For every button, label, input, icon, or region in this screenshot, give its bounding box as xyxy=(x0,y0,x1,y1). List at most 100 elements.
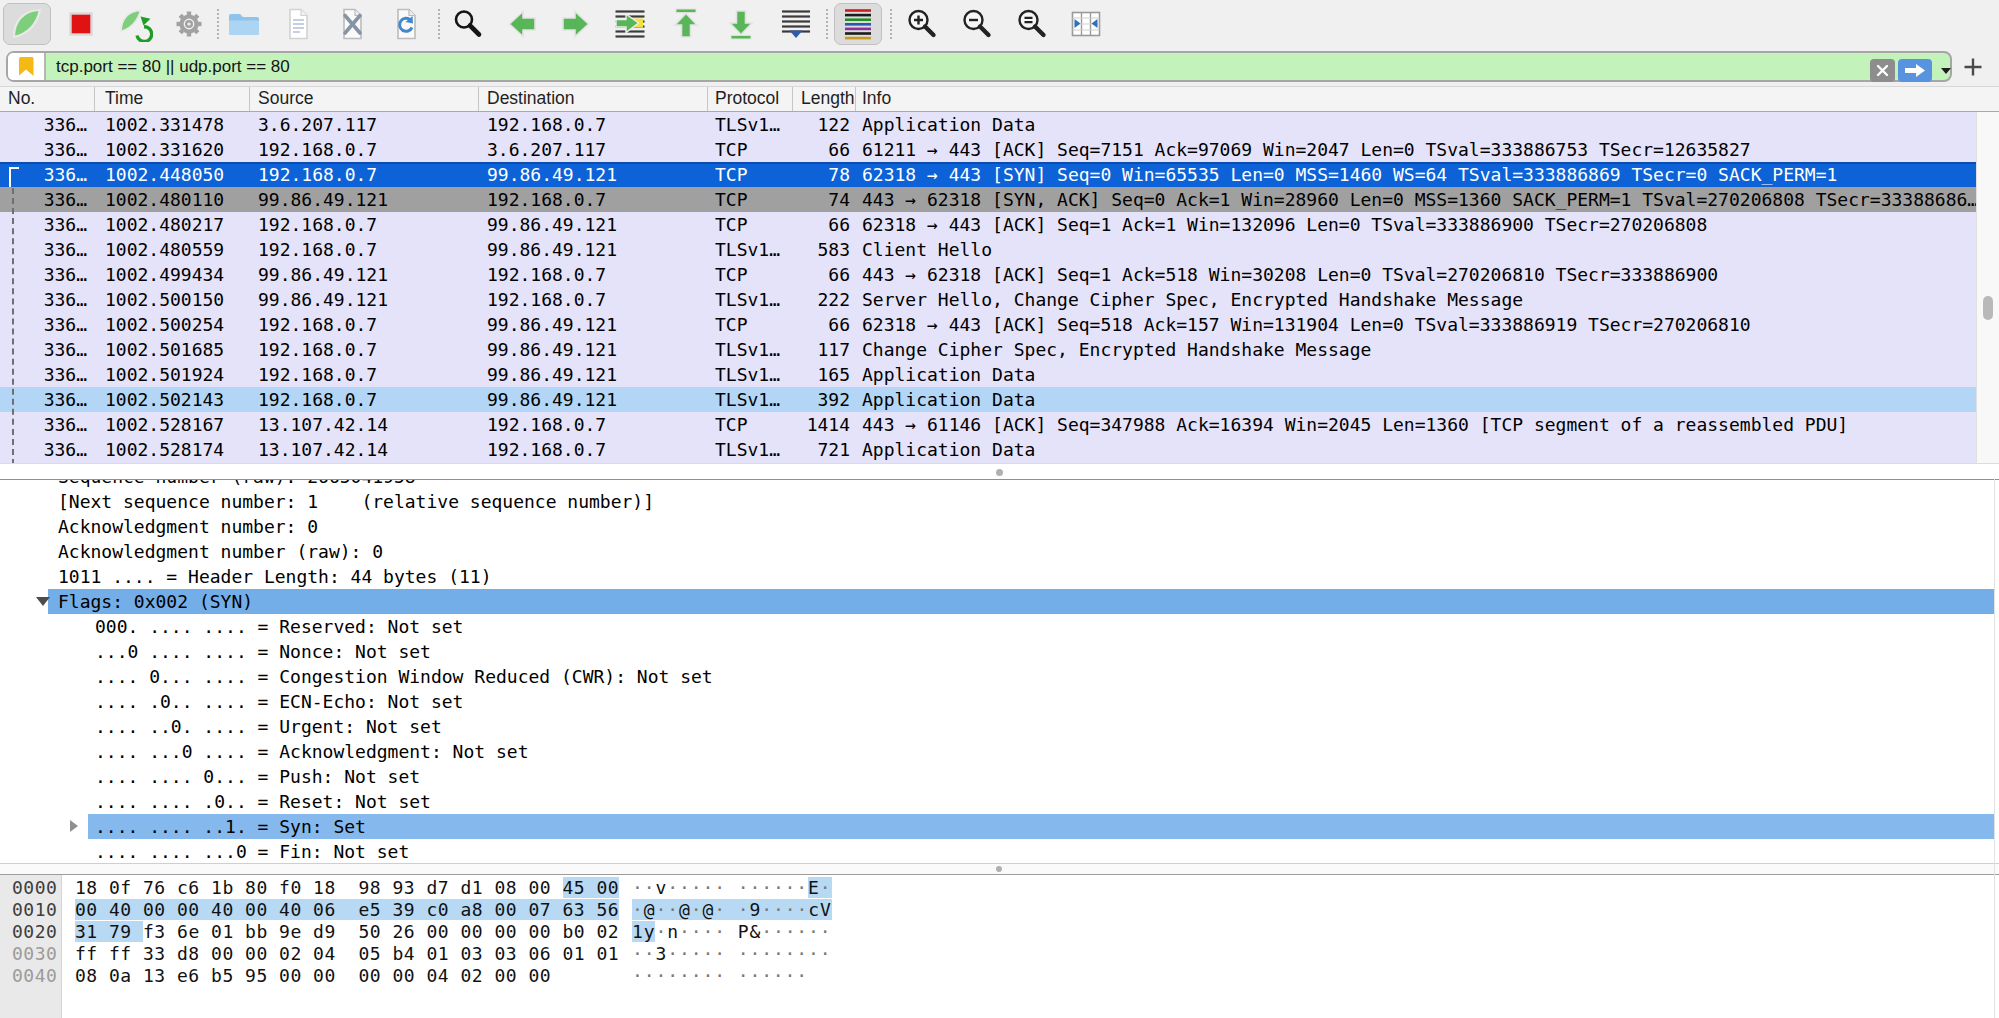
go-to-packet-button[interactable] xyxy=(606,3,654,45)
file-save-icon xyxy=(280,6,316,42)
packet-no: 336… xyxy=(0,312,95,337)
column-header-info[interactable]: Info xyxy=(856,87,1999,111)
capture-options-icon xyxy=(171,6,207,42)
scrollbar-thumb[interactable] xyxy=(1983,296,1993,320)
clear-filter-button[interactable] xyxy=(1870,59,1895,82)
file-open-icon xyxy=(226,6,262,42)
add-filter-button[interactable] xyxy=(1958,48,1988,86)
detail-line[interactable]: 1011 .... = Header Length: 44 bytes (11) xyxy=(0,564,1999,589)
hex-row[interactable]: 001000 40 00 00 40 00 40 06 e5 39 c0 a8 … xyxy=(0,899,1999,921)
colorize-packets-button[interactable] xyxy=(834,3,882,45)
packet-source: 192.168.0.7 xyxy=(250,137,479,162)
filter-text[interactable]: tcp.port == 80 || udp.port == 80 xyxy=(56,57,290,77)
detail-text: Flags: 0x002 (SYN) xyxy=(0,591,253,612)
packet-row[interactable]: 336…1002.501924192.168.0.799.86.49.121TL… xyxy=(0,362,1976,387)
packet-length: 66 xyxy=(793,312,856,337)
file-open-button[interactable] xyxy=(220,3,268,45)
packet-source: 13.107.42.14 xyxy=(250,437,479,462)
filter-bookmark-button[interactable] xyxy=(8,53,46,80)
packet-length: 78 xyxy=(793,162,856,187)
auto-scroll-button[interactable] xyxy=(772,3,820,45)
detail-line[interactable]: [Next sequence number: 1 (relative seque… xyxy=(0,489,1999,514)
hex-row[interactable]: 002031 79 f3 6e 01 bb 9e d9 50 26 00 00 … xyxy=(0,921,1999,943)
detail-line[interactable]: Flags: 0x002 (SYN) xyxy=(0,589,1999,614)
capture-start-button[interactable] xyxy=(3,3,51,45)
packet-row[interactable]: 336…1002.52817413.107.42.14192.168.0.7TL… xyxy=(0,437,1976,462)
zoom-in-button[interactable] xyxy=(898,3,946,45)
detail-line[interactable]: .... ...0 .... = Acknowledgment: Not set xyxy=(0,739,1999,764)
capture-options-button[interactable] xyxy=(165,3,213,45)
packet-row[interactable]: 336…1002.502143192.168.0.799.86.49.121TL… xyxy=(0,387,1976,412)
packet-row[interactable]: 336…1002.50015099.86.49.121192.168.0.7TL… xyxy=(0,287,1976,312)
go-last-button[interactable] xyxy=(717,3,765,45)
detail-line[interactable]: 000. .... .... = Reserved: Not set xyxy=(0,614,1999,639)
column-header-source[interactable]: Source xyxy=(250,87,479,111)
find-packet-button[interactable] xyxy=(444,3,492,45)
column-header-protocol[interactable]: Protocol xyxy=(708,87,793,111)
detail-line[interactable]: Acknowledgment number (raw): 0 xyxy=(0,539,1999,564)
detail-line[interactable]: Acknowledgment number: 0 xyxy=(0,514,1999,539)
detail-line[interactable]: .... 0... .... = Congestion Window Reduc… xyxy=(0,664,1999,689)
packet-row[interactable]: 336…1002.48011099.86.49.121192.168.0.7TC… xyxy=(0,187,1976,212)
packet-row[interactable]: 336…1002.480217192.168.0.799.86.49.121TC… xyxy=(0,212,1976,237)
packet-length: 117 xyxy=(793,337,856,362)
hex-ascii: ··3····· ········ xyxy=(632,943,832,965)
packet-no: 336… xyxy=(0,437,95,462)
packet-row[interactable]: 336…1002.49943499.86.49.121192.168.0.7TC… xyxy=(0,262,1976,287)
field-highlight xyxy=(88,814,1995,839)
packet-list-header[interactable]: No.TimeSourceDestinationProtocolLengthIn… xyxy=(0,86,1999,112)
resize-columns-icon xyxy=(1068,6,1104,42)
apply-filter-button[interactable] xyxy=(1898,59,1932,82)
detail-line[interactable]: .... .0.. .... = ECN-Echo: Not set xyxy=(0,689,1999,714)
column-header-length[interactable]: Length xyxy=(793,87,856,111)
go-forward-button[interactable] xyxy=(552,3,600,45)
packet-no: 336… xyxy=(0,387,95,412)
detail-line[interactable]: .... .... ..1. = Syn: Set xyxy=(0,814,1999,839)
hex-offset: 0020 xyxy=(12,921,57,943)
packet-time: 1002.502143 xyxy=(95,387,250,412)
pane-splitter-top[interactable] xyxy=(0,463,1999,479)
hex-row[interactable]: 004008 0a 13 e6 b5 95 00 00 00 00 04 02 … xyxy=(0,965,1999,987)
zoom-original-button[interactable] xyxy=(1008,3,1056,45)
file-reload-button[interactable] xyxy=(382,3,430,45)
packet-source: 192.168.0.7 xyxy=(250,387,479,412)
packet-list-scrollbar[interactable] xyxy=(1976,112,1999,463)
detail-line[interactable]: .... .... ...0 = Fin: Not set xyxy=(0,839,1999,863)
go-back-button[interactable] xyxy=(498,3,546,45)
zoom-out-button[interactable] xyxy=(953,3,1001,45)
detail-line[interactable]: .... .... 0... = Push: Not set xyxy=(0,764,1999,789)
file-close-button[interactable] xyxy=(328,3,376,45)
file-reload-icon xyxy=(388,6,424,42)
detail-line[interactable]: Sequence number (raw): 2665041958 xyxy=(0,479,1999,489)
splitter-handle xyxy=(996,866,1002,872)
filter-dropdown-caret[interactable] xyxy=(1941,68,1951,74)
go-first-icon xyxy=(668,6,704,42)
column-header-time[interactable]: Time xyxy=(95,87,250,111)
resize-columns-button[interactable] xyxy=(1062,3,1110,45)
detail-line[interactable]: .... ..0. .... = Urgent: Not set xyxy=(0,714,1999,739)
capture-restart-button[interactable] xyxy=(111,3,159,45)
zoom-original-icon xyxy=(1014,6,1050,42)
detail-line[interactable]: .... .... .0.. = Reset: Not set xyxy=(0,789,1999,814)
packet-row[interactable]: 336…1002.331620192.168.0.73.6.207.117TCP… xyxy=(0,137,1976,162)
detail-line[interactable]: ...0 .... .... = Nonce: Not set xyxy=(0,639,1999,664)
zoom-in-icon xyxy=(904,6,940,42)
pane-splitter-bottom[interactable] xyxy=(0,863,1999,874)
column-header-no[interactable]: No. xyxy=(0,87,95,111)
packet-row[interactable]: 336…1002.3314783.6.207.117192.168.0.7TLS… xyxy=(0,112,1976,137)
go-first-button[interactable] xyxy=(662,3,710,45)
capture-stop-button[interactable] xyxy=(57,3,105,45)
packet-row[interactable]: 336…1002.52816713.107.42.14192.168.0.7TC… xyxy=(0,412,1976,437)
file-save-button[interactable] xyxy=(274,3,322,45)
packet-row[interactable]: 336…1002.448050192.168.0.799.86.49.121TC… xyxy=(0,162,1976,187)
hex-row[interactable]: 0030ff ff 33 d8 00 00 02 04 05 b4 01 03 … xyxy=(0,943,1999,965)
packet-row[interactable]: 336…1002.501685192.168.0.799.86.49.121TL… xyxy=(0,337,1976,362)
column-header-destination[interactable]: Destination xyxy=(479,87,708,111)
hex-row[interactable]: 000018 0f 76 c6 1b 80 f0 18 98 93 d7 d1 … xyxy=(0,877,1999,899)
display-filter-input[interactable]: tcp.port == 80 || udp.port == 80 xyxy=(6,51,1952,82)
packet-protocol: TLSv1… xyxy=(708,362,793,387)
packet-protocol: TCP xyxy=(708,212,793,237)
packet-row[interactable]: 336…1002.500254192.168.0.799.86.49.121TC… xyxy=(0,312,1976,337)
go-to-packet-icon xyxy=(612,6,648,42)
packet-row[interactable]: 336…1002.480559192.168.0.799.86.49.121TL… xyxy=(0,237,1976,262)
